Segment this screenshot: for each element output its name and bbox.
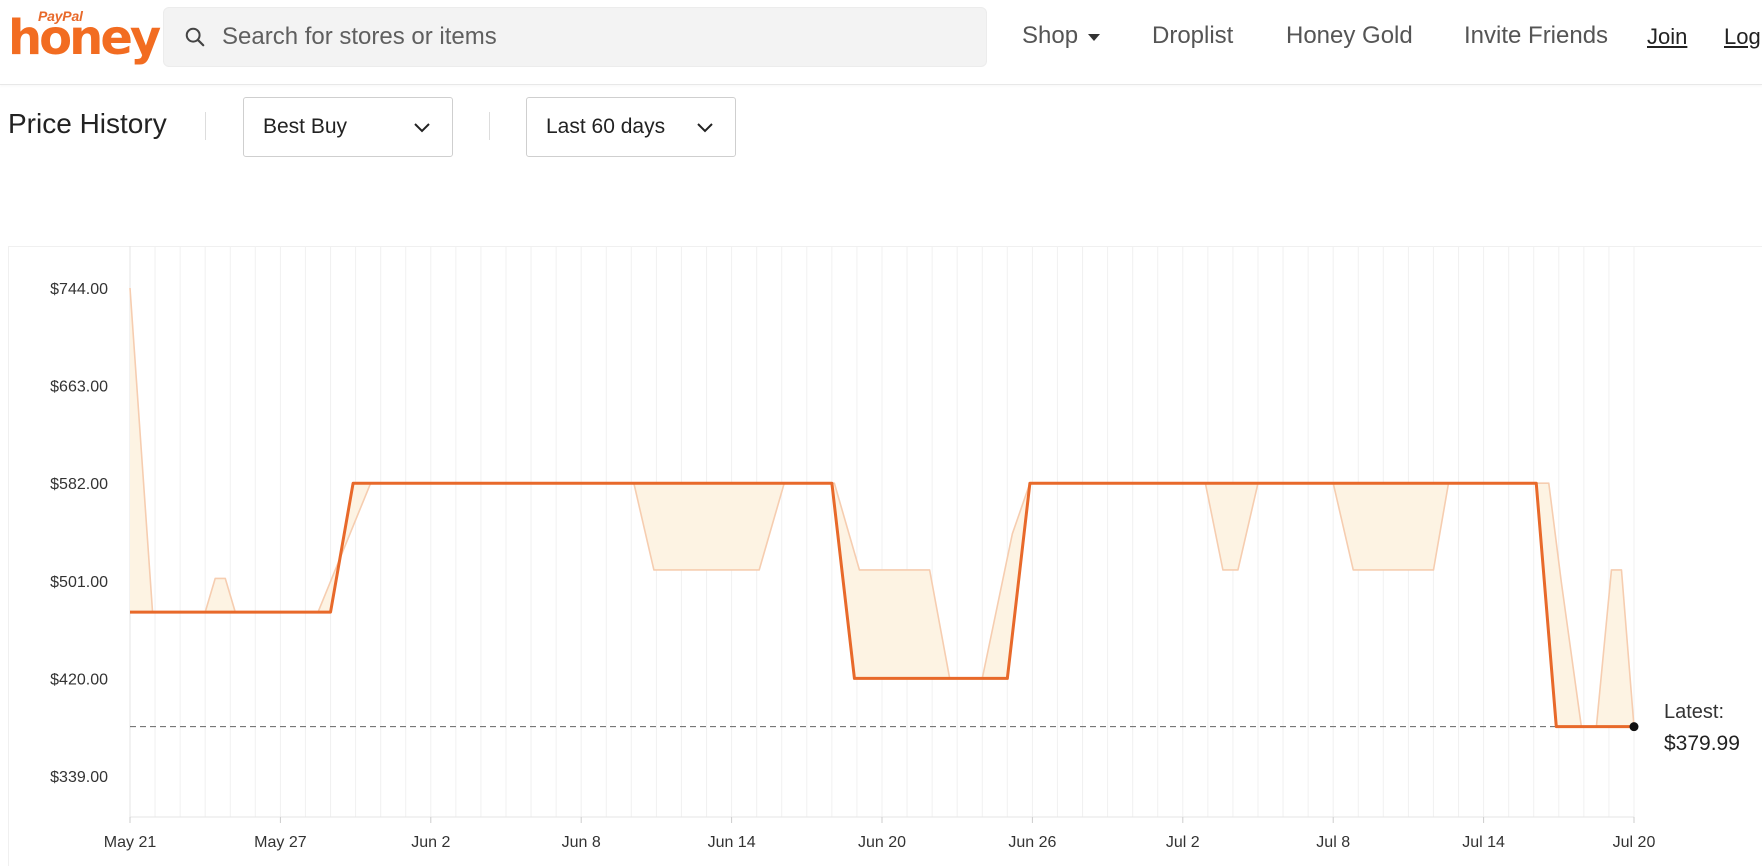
y-tick-label: $501.00 <box>50 574 108 591</box>
x-tick-label: May 27 <box>254 834 307 851</box>
x-tick-label: Jun 8 <box>562 834 601 851</box>
x-tick-label: Jul 2 <box>1166 834 1200 851</box>
price-history-chart: $744.00 $663.00 $582.00 $501.00 $420.00 $339.… <box>50 246 1656 851</box>
y-tick-label: $339.00 <box>50 769 108 786</box>
x-tick-label: Jul 8 <box>1316 834 1350 851</box>
latest-label: Latest: <box>1664 701 1725 723</box>
x-tick-label: Jul 20 <box>1613 834 1656 851</box>
x-tick-label: Jun 2 <box>411 834 450 851</box>
x-tick-label: Jul 14 <box>1462 834 1505 851</box>
x-tick-label: Jun 20 <box>858 834 906 851</box>
y-tick-label: $420.00 <box>50 671 108 688</box>
latest-price: $379.99 <box>1664 732 1740 755</box>
x-tick-label: May 21 <box>104 834 157 851</box>
x-tick-label: Jun 14 <box>708 834 756 851</box>
latest-price-point <box>1629 722 1639 732</box>
y-tick-label: $744.00 <box>50 281 108 298</box>
y-tick-label: $582.00 <box>50 476 108 493</box>
y-tick-label: $663.00 <box>50 379 108 396</box>
x-tick-label: Jun 26 <box>1008 834 1056 851</box>
